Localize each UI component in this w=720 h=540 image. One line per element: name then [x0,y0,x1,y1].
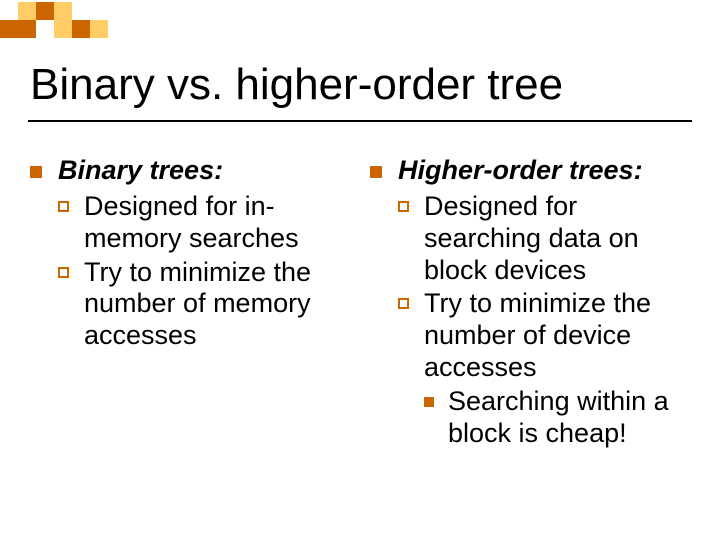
column-heading: Binary trees: [58,155,350,187]
list-text: Try to minimize the number of device acc… [424,288,690,384]
list-item: Designed for in-memory searches [30,191,350,255]
list-text: Designed for in-memory searches [84,191,350,255]
list-item: Searching within a block is cheap! [370,386,690,450]
hollow-square-bullet-icon [58,191,84,255]
left-column: Binary trees: Designed for in-memory sea… [30,155,350,450]
list-text: Designed for searching data on block dev… [424,191,690,287]
right-column: Higher-order trees: Designed for searchi… [370,155,690,450]
list-item: Designed for searching data on block dev… [370,191,690,287]
square-bullet-icon [370,155,398,187]
hollow-square-bullet-icon [398,191,424,287]
slide-title: Binary vs. higher-order tree [30,60,563,110]
square-bullet-icon [30,155,58,187]
list-item: Try to minimize the number of device acc… [370,288,690,384]
title-underline [28,120,692,122]
content-columns: Binary trees: Designed for in-memory sea… [30,155,690,450]
list-item: Try to minimize the number of memory acc… [30,257,350,353]
list-text: Searching within a block is cheap! [448,386,690,450]
list-item: Higher-order trees: [370,155,690,187]
hollow-square-bullet-icon [398,288,424,384]
column-heading: Higher-order trees: [398,155,690,187]
hollow-square-bullet-icon [58,257,84,353]
list-text: Try to minimize the number of memory acc… [84,257,350,353]
square-bullet-icon [424,386,448,450]
slide: Binary vs. higher-order tree Binary tree… [0,0,720,540]
list-item: Binary trees: [30,155,350,187]
